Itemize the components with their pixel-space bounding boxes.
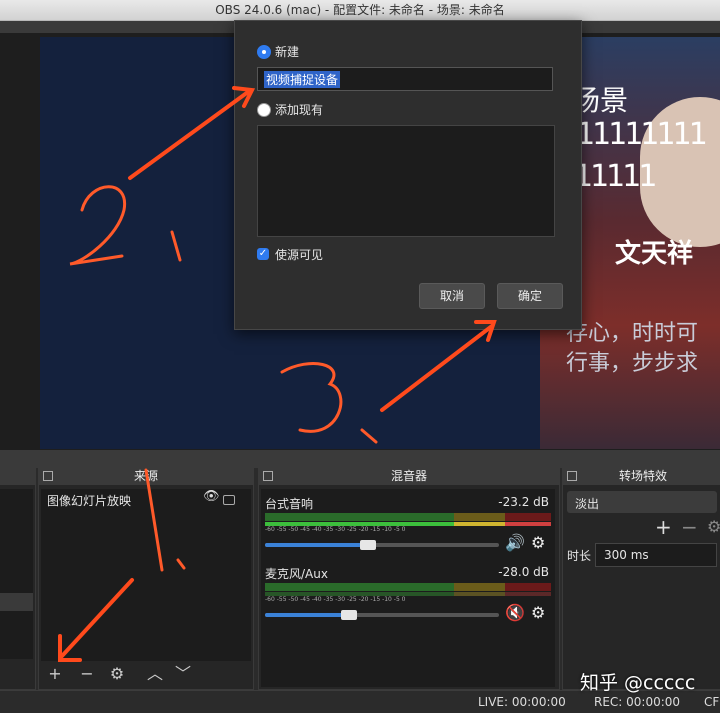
arrow-1-line <box>60 578 134 658</box>
annotation-overlay: 1. 2. 3. <box>58 86 497 662</box>
annotation-3-dot <box>360 428 378 444</box>
arrow-3-line <box>380 324 494 412</box>
arrow-2-line <box>128 90 250 180</box>
annotation-1-glyph <box>144 468 164 572</box>
annotation-3-glyph <box>280 362 343 433</box>
annotation-2-dot <box>170 230 182 262</box>
annotation-1-dot <box>176 558 186 570</box>
annotation-2-glyph <box>69 185 127 266</box>
